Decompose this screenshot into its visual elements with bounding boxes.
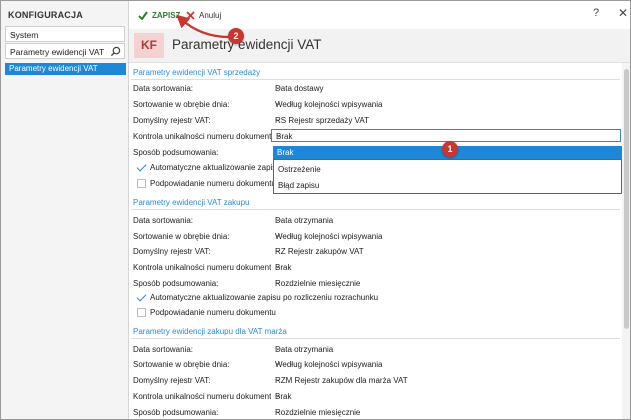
left-panel: KONFIGURACJA System ⌄ Parametry ewidencj… <box>1 1 129 419</box>
nav-item-label: Parametry ewidencji VAT <box>9 64 98 73</box>
checkbox-label: Podpowiadanie numeru dokumentu <box>150 308 276 317</box>
margin-sort-date-select[interactable]: Data otrzymania ⌄ <box>271 343 621 356</box>
section-title-margin: Parametry ewidencji zakupu dla VAT marża <box>133 327 287 336</box>
section-divider <box>131 209 620 210</box>
chevron-down-icon: ⌄ <box>275 116 281 123</box>
section-title-purchase: Parametry ewidencji VAT zakupu <box>133 198 250 207</box>
field-label: Data sortowania: <box>133 84 194 93</box>
settings-form: Parametry ewidencji VAT sprzedaży Data s… <box>129 63 622 419</box>
nav-item-parametry-ewidencji-vat[interactable]: Parametry ewidencji VAT <box>5 63 126 75</box>
section-title-sales: Parametry ewidencji VAT sprzedaży <box>133 68 261 77</box>
sales-default-register-select[interactable]: RS Rejestr sprzedaży VAT ⌄ <box>271 114 621 127</box>
annotation-badge-2: 2 <box>228 28 244 44</box>
chevron-down-icon: ⌄ <box>275 232 281 239</box>
highlighted-options-box: Ostrzeżenie Błąd zapisu <box>273 159 622 194</box>
margin-default-register-select[interactable]: RZM Rejestr zakupów dla marża VAT ⌄ <box>271 374 621 387</box>
sales-sort-date-select[interactable]: Data dostawy ⌄ <box>271 82 621 95</box>
chevron-down-icon: ⌄ <box>275 408 281 415</box>
field-label: Sortowanie w obrębie dnia: <box>133 232 230 241</box>
search-input-value: Parametry ewidencji VAT <box>10 47 105 57</box>
chevron-down-icon: ⌄ <box>275 263 281 270</box>
chevron-down-icon: ⌄ <box>275 345 281 352</box>
category-select[interactable]: System ⌄ <box>5 26 125 42</box>
field-label: Sposób podsumowania: <box>133 279 219 288</box>
search-icon[interactable] <box>110 46 121 57</box>
section-divider <box>131 338 620 339</box>
field-label: Data sortowania: <box>133 345 194 354</box>
field-label: Kontrola unikalności numeru dokumentu: <box>133 263 278 272</box>
configuration-window: KONFIGURACJA System ⌄ Parametry ewidencj… <box>0 0 631 420</box>
chevron-down-icon: ⌄ <box>275 100 281 107</box>
suggest-number-checkbox[interactable] <box>137 308 146 317</box>
field-label: Sposób podsumowania: <box>133 148 219 157</box>
purchase-uniqueness-control-select[interactable]: Brak ⌄ <box>271 261 621 274</box>
chevron-down-icon: ⌄ <box>276 132 282 139</box>
auto-update-checkbox[interactable] <box>137 163 146 172</box>
vertical-scrollbar[interactable] <box>622 63 630 419</box>
margin-summary-method-select[interactable]: Rozdzielnie miesięcznie ⌄ <box>271 406 621 419</box>
purchase-day-sort-select[interactable]: Według kolejności wpisywania ⌄ <box>271 230 621 243</box>
field-label: Domyślny rejestr VAT: <box>133 247 211 256</box>
field-label: Domyślny rejestr VAT: <box>133 116 211 125</box>
field-label: Sposób podsumowania: <box>133 408 219 417</box>
chevron-down-icon: ⌄ <box>275 84 281 91</box>
field-label: Kontrola unikalności numeru dokumentu: <box>133 132 278 141</box>
margin-day-sort-select[interactable]: Według kolejności wpisywania ⌄ <box>271 358 621 371</box>
close-window-button[interactable]: ✕ <box>618 6 628 20</box>
field-label: Sortowanie w obrębie dnia: <box>133 360 230 369</box>
panel-title: KONFIGURACJA <box>8 10 83 20</box>
chevron-down-icon: ⌄ <box>275 247 281 254</box>
option-label: Brak <box>277 148 294 157</box>
suggest-number-checkbox[interactable] <box>137 179 146 188</box>
sales-uniqueness-control-select[interactable]: Brak ⌄ <box>271 129 621 142</box>
help-button[interactable]: ? <box>593 7 599 19</box>
module-badge: KF <box>134 33 164 58</box>
field-label: Sortowanie w obrębie dnia: <box>133 100 230 109</box>
annotation-badge-1: 1 <box>442 141 458 157</box>
dropdown-option[interactable]: Błąd zapisu <box>278 181 319 190</box>
checkbox-label: Automatyczne aktualizowanie zapisu po ro… <box>150 293 379 302</box>
auto-update-checkbox[interactable] <box>137 293 146 302</box>
chevron-down-icon: ⌄ <box>275 360 281 367</box>
margin-uniqueness-control-select[interactable]: Brak ⌄ <box>271 390 621 403</box>
chevron-down-icon: ⌄ <box>275 376 281 383</box>
purchase-summary-method-select[interactable]: Rozdzielnie miesięcznie ⌄ <box>271 277 621 290</box>
chevron-down-icon: ⌄ <box>275 216 281 223</box>
checkmark-icon <box>138 10 148 20</box>
purchase-default-register-select[interactable]: RZ Rejestr zakupów VAT ⌄ <box>271 245 621 258</box>
chevron-down-icon: ⌄ <box>10 29 17 38</box>
scrollbar-thumb[interactable] <box>624 69 629 329</box>
checkbox-label: Automatyczne aktualizowanie zapisu <box>150 163 281 172</box>
search-input[interactable]: Parametry ewidencji VAT <box>5 43 125 59</box>
sales-day-sort-select[interactable]: Według kolejności wpisywania ⌄ <box>271 98 621 111</box>
chevron-down-icon: ⌄ <box>275 279 281 286</box>
section-divider <box>131 79 620 80</box>
field-label: Domyślny rejestr VAT: <box>133 376 211 385</box>
dropdown-option[interactable]: Ostrzeżenie <box>278 165 321 174</box>
field-label: Kontrola unikalności numeru dokumentu: <box>133 392 278 401</box>
chevron-down-icon: ⌄ <box>275 392 281 399</box>
field-label: Data sortowania: <box>133 216 194 225</box>
checkbox-label: Podpowiadanie numeru dokumentu <box>150 179 276 188</box>
purchase-sort-date-select[interactable]: Data otrzymania ⌄ <box>271 214 621 227</box>
